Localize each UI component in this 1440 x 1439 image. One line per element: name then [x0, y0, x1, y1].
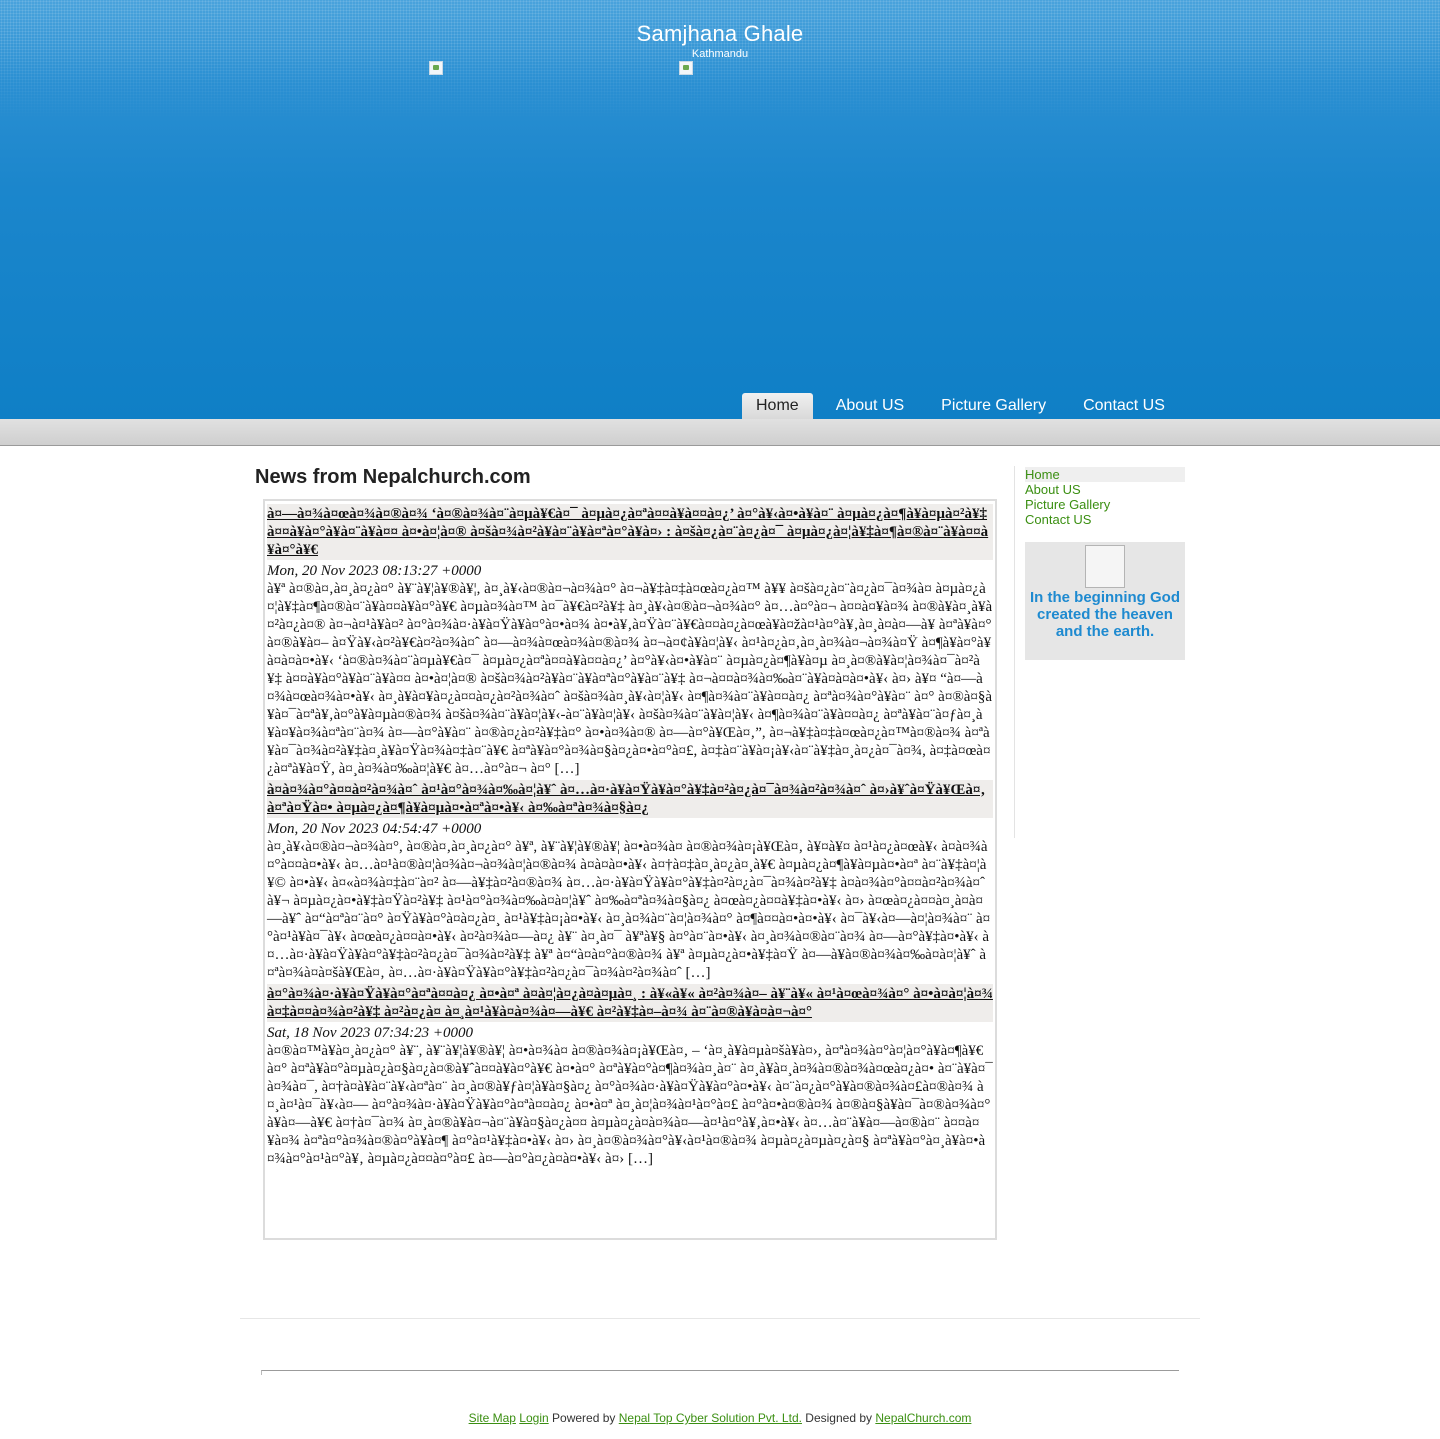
- verse-text: In the beginning God created the heaven …: [1030, 589, 1180, 640]
- nav-about-us[interactable]: About US: [822, 393, 918, 419]
- site-title: Samjhana Ghale: [636, 21, 804, 46]
- news-excerpt: à¤¸à¥‹à¤®à¤¬à¤¾à¤°, à¤®à¤‚à¤¸à¤¿à¤° à¥ª,…: [267, 839, 991, 981]
- sidebar-item-picture-gallery[interactable]: Picture Gallery: [1025, 497, 1185, 512]
- sub-navigation-bar: [0, 419, 1440, 446]
- news-item: à¤à¤¾à¤°à¤¤à¤²à¤¾à¤ˆ à¤¹à¤°à¤¾à¤‰à¤¦à¥ˆ …: [267, 780, 993, 982]
- nav-picture-gallery[interactable]: Picture Gallery: [927, 393, 1060, 419]
- site-map-link[interactable]: Site Map: [469, 1411, 516, 1425]
- footer-frame: [261, 1370, 1179, 1375]
- sidebar-item-home[interactable]: Home: [1025, 467, 1185, 482]
- news-item: à¤°à¤¾à¤·à¥à¤Ÿà¥à¤°à¤ªà¤¤à¤¿ à¤•à¤ª à¤à¤…: [267, 984, 993, 1168]
- news-title-link[interactable]: à¤°à¤¾à¤·à¥à¤Ÿà¥à¤°à¤ªà¤¤à¤¿ à¤•à¤ª à¤à¤…: [267, 984, 993, 1022]
- footer-divider: [240, 1318, 1200, 1319]
- designed-by-label: Designed by: [805, 1411, 873, 1425]
- footer: Site Map Login Powered by Nepal Top Cybe…: [0, 1411, 1440, 1425]
- company-link[interactable]: Nepal Top Cyber Solution Pvt. Ltd.: [619, 1411, 802, 1425]
- news-item: à¤—à¤¾à¤œà¤¾à¤®à¤¾ ‘à¤®à¤¾à¤¨à¤µà¥€à¤¯ à…: [267, 504, 993, 778]
- main-nav: Home About US Picture Gallery Contact US: [742, 393, 1188, 419]
- sidebar-item-contact-us[interactable]: Contact US: [1025, 512, 1185, 527]
- broken-image-icon: [1085, 545, 1125, 588]
- news-date: Mon, 20 Nov 2023 04:54:47 +0000: [267, 821, 482, 837]
- verse-box: In the beginning God created the heaven …: [1025, 542, 1185, 660]
- news-excerpt: à¤®à¤™à¥à¤¸à¤¿à¤° à¥¨, à¥¨à¥¦à¥®à¥¦ à¤•à…: [267, 1043, 993, 1167]
- news-date: Mon, 20 Nov 2023 08:13:27 +0000: [267, 563, 482, 579]
- news-title-link[interactable]: à¤à¤¾à¤°à¤¤à¤²à¤¾à¤ˆ à¤¹à¤°à¤¾à¤‰à¤¦à¥ˆ …: [267, 780, 993, 818]
- broken-image-icon: [429, 61, 443, 75]
- news-title-link[interactable]: à¤—à¤¾à¤œà¤¾à¤®à¤¾ ‘à¤®à¤¾à¤¨à¤µà¥€à¤¯ à…: [267, 504, 993, 560]
- designer-link[interactable]: NepalChurch.com: [875, 1411, 971, 1425]
- nav-home[interactable]: Home: [742, 393, 813, 419]
- column-divider: [1014, 466, 1015, 838]
- header-banner: Samjhana Ghale Kathmandu Home About US P…: [0, 0, 1440, 419]
- site-subtitle: Kathmandu: [691, 48, 749, 60]
- powered-by-label: Powered by: [552, 1411, 616, 1425]
- sidebar-menu: Home About US Picture Gallery Contact US: [1025, 467, 1185, 527]
- broken-image-icon: [679, 61, 693, 75]
- news-excerpt: à¥ª à¤®à¤‚à¤¸à¤¿à¤° à¥¨à¥¦à¥®à¥¦, à¤¸à¥‹…: [267, 581, 993, 777]
- news-heading: News from Nepalchurch.com: [255, 466, 531, 488]
- login-link[interactable]: Login: [519, 1411, 548, 1425]
- news-date: Sat, 18 Nov 2023 07:34:23 +0000: [267, 1025, 473, 1041]
- nav-contact-us[interactable]: Contact US: [1069, 393, 1179, 419]
- news-feed[interactable]: à¤—à¤¾à¤œà¤¾à¤®à¤¾ ‘à¤®à¤¾à¤¨à¤µà¥€à¤¯ à…: [263, 499, 997, 1240]
- sidebar-item-about-us[interactable]: About US: [1025, 482, 1185, 497]
